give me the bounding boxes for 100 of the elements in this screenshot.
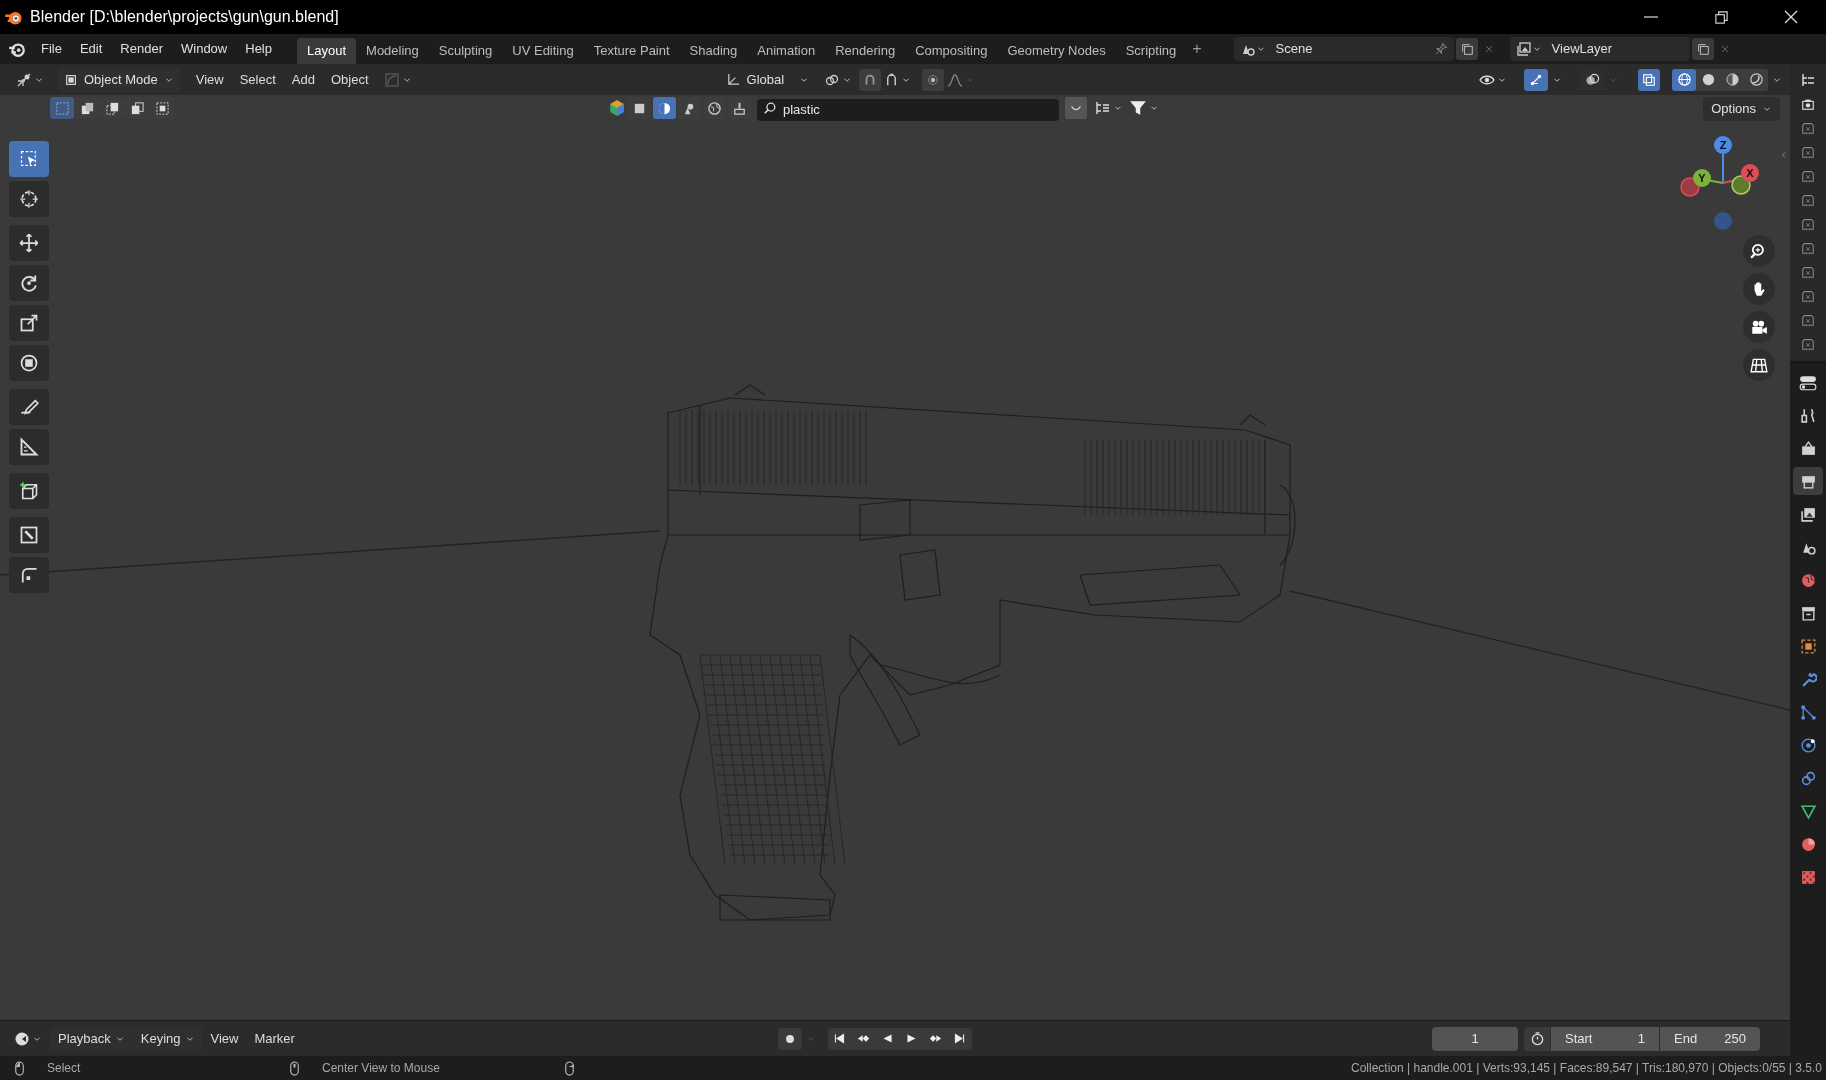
overlay-icon [1529,72,1543,87]
excluded-collection-icon [1801,337,1815,351]
tool-button[interactable] [9,557,49,593]
tool-button[interactable] [9,181,49,217]
menu-item[interactable]: File [32,37,71,61]
list-icon [1095,100,1111,116]
axes-icon [725,72,741,87]
tool-button[interactable] [9,305,49,341]
workspace-tab[interactable]: Modeling [356,38,429,64]
shaded-sphere-icon [1748,72,1764,87]
ortho-toggle[interactable] [1743,349,1775,381]
excluded-collection-icon [1801,313,1815,327]
world-icon [707,100,722,116]
options-dropdown[interactable]: Options [1703,97,1780,121]
snap-toggle[interactable] [858,68,881,91]
navigation-gizmo[interactable]: Z Y X [1680,136,1759,230]
blender-menu-icon[interactable] [8,40,26,58]
crosshair-cursor-icon [19,189,39,209]
workspace-tab[interactable]: Shading [679,38,748,64]
properties-tab[interactable] [1793,467,1823,495]
menu-item[interactable]: Help [236,37,281,61]
tool-button[interactable] [9,225,49,261]
square-panel-icon [19,525,39,545]
select-box-icon [19,149,39,169]
timeline-menu[interactable]: View [202,1026,247,1051]
header-menu[interactable]: View [187,69,232,90]
workspace-tab[interactable]: Animation [747,38,826,64]
tool-button[interactable] [9,389,49,425]
filter-type-button[interactable] [653,97,676,119]
workspace-tab[interactable]: Rendering [825,38,906,64]
scene-selector[interactable]: Scene [1233,37,1454,61]
shading-mode-button[interactable] [1672,68,1696,91]
zoom-button[interactable] [1743,235,1775,267]
search-field[interactable]: plastic [757,98,1059,121]
workspace-tab[interactable]: Layout [297,38,357,64]
tool-button[interactable] [9,141,49,177]
grid-icon [1750,356,1768,374]
sphere-icon [1700,72,1716,87]
tool-button[interactable] [9,345,49,381]
sort-dropdown[interactable] [1095,100,1123,116]
orientation-dropdown[interactable]: Global [719,67,815,92]
workspace-tab[interactable]: Scripting [1115,38,1187,64]
menu-item[interactable]: Edit [70,37,112,61]
copy-icon [1695,42,1710,56]
globe-icon [1676,72,1692,87]
filter-dropdown[interactable] [1129,99,1159,117]
timeline-menu[interactable]: Playback [50,1026,133,1051]
camera-icon [1801,97,1815,111]
add-workspace-button[interactable]: + [1186,37,1208,61]
current-frame-field[interactable]: 1 [1432,1026,1518,1051]
mode-label: Object Mode [84,70,158,89]
workspace-tab[interactable]: Geometry Nodes [997,38,1116,64]
header-menu[interactable]: Add [283,69,323,90]
workspace-tab[interactable]: Texture Paint [583,38,680,64]
overlays-toggle[interactable] [1524,68,1548,91]
transform-icon [19,353,39,373]
mode-dropdown[interactable]: Object Mode [58,67,180,92]
status-hint: Select [47,1060,82,1077]
tool-button[interactable] [9,265,49,301]
jump-start-icon [833,1032,847,1045]
pan-button[interactable] [1743,273,1775,305]
workspace-tab[interactable]: Sculpting [428,38,503,64]
new-scene-button[interactable] [1455,38,1478,60]
curve-box-icon [383,71,400,88]
excluded-collection-icon [1801,121,1815,135]
start-frame-field[interactable]: Start 1 [1551,1026,1659,1051]
menu-item[interactable]: Window [172,37,237,61]
outliner-icon [1800,72,1816,88]
image-stack-icon [1515,41,1532,57]
header-menu[interactable]: Select [231,69,284,90]
new-view-layer-button[interactable] [1691,38,1714,60]
tool-button[interactable] [9,429,49,465]
workspace-tab[interactable]: UV Editing [502,38,584,64]
proportional-edit-toggle[interactable] [921,68,944,91]
end-frame-field[interactable]: End 250 [1660,1026,1760,1051]
record-button[interactable] [777,1027,802,1050]
search-icon [763,101,777,115]
camera-view-button[interactable] [1743,311,1775,343]
tool-button[interactable] [9,473,49,509]
match-toggle[interactable] [1065,97,1087,119]
move-arrows-icon [19,233,39,253]
previous-keyframe-icon [857,1032,871,1045]
preview-range-toggle[interactable] [1524,1026,1550,1051]
tool-button[interactable] [9,517,49,553]
menu-item[interactable]: Render [111,37,172,61]
view-layer-selector[interactable]: ViewLayer [1509,37,1690,61]
excluded-collection-icon [1801,193,1815,207]
header-menu[interactable]: Object [322,69,377,90]
options-label: Options [1711,100,1756,119]
xray-wireframe-toggle[interactable] [1638,68,1660,91]
timeline-menu[interactable]: Marker [246,1026,303,1051]
scale-icon [19,313,39,333]
start-value: 1 [1637,1029,1645,1048]
stopwatch-icon [1529,1031,1545,1046]
excluded-collection-icon [1801,145,1815,159]
status-hint: Center View to Mouse [322,1060,441,1077]
timeline-menu[interactable]: Keying [132,1026,203,1051]
selection-mode-icon [129,100,145,116]
workspace-tab[interactable]: Compositing [905,38,998,64]
color-hexagon-icon[interactable] [608,99,626,117]
